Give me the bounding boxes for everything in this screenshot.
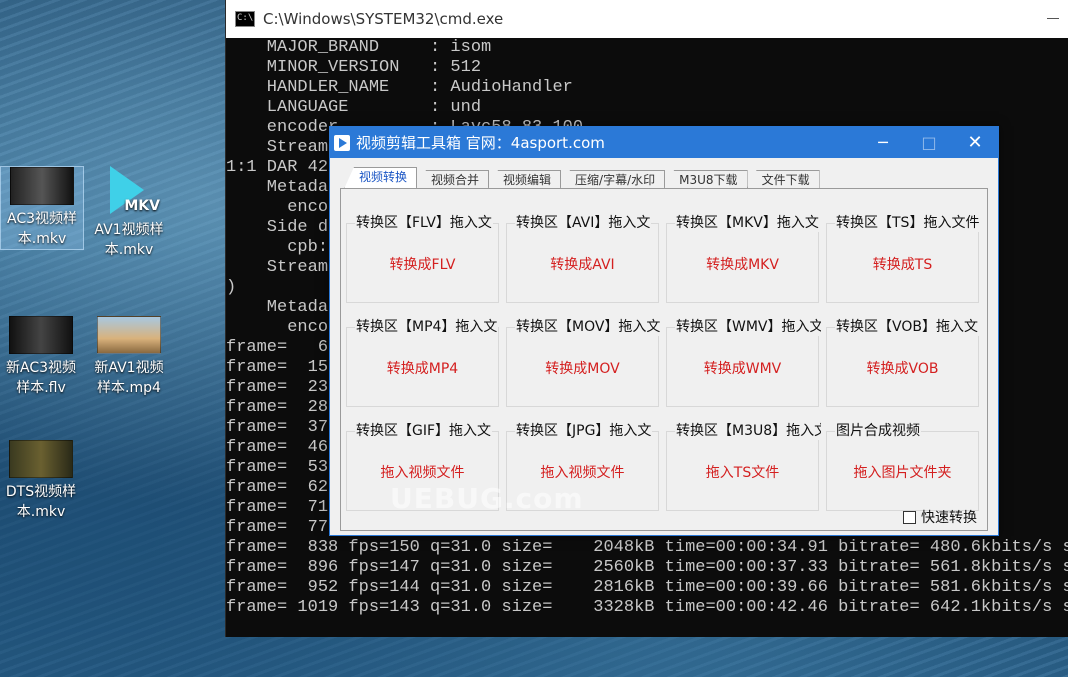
app-body: 视频转换 视频合并 视频编辑 压缩/字幕/水印 M3U8下载 文件下载 转换区【FLV】拖… <box>336 163 990 531</box>
drop-zone-6[interactable]: 转换区【WMV】拖入文转换成WMV <box>666 316 821 407</box>
desktop-icon-ac3-flv[interactable]: 新AC3视频样本.flv <box>0 316 82 398</box>
drop-zone-label: 转换区【M3U8】拖入文 <box>675 420 821 440</box>
drop-zone-10[interactable]: 转换区【M3U8】拖入文拖入TS文件 <box>666 420 821 511</box>
drop-zone-4[interactable]: 转换区【MP4】拖入文转换成MP4 <box>346 316 499 407</box>
drop-zone-label: 转换区【MOV】拖入文 <box>515 316 661 336</box>
cmd-output-line: frame= 896 fps=147 q=31.0 size= 2560kB t… <box>226 558 1068 577</box>
cmd-titlebar[interactable]: C:\ C:\Windows\SYSTEM32\cmd.exe <box>226 0 1068 38</box>
drop-zone-2[interactable]: 转换区【MKV】拖入文转换成MKV <box>666 212 820 303</box>
tab-0[interactable]: 视频转换 <box>344 167 418 189</box>
close-icon: ✕ <box>967 132 983 153</box>
drop-zone-3[interactable]: 转换区【TS】拖入文件转换成TS <box>826 212 981 303</box>
close-button[interactable]: ✕ <box>952 127 998 158</box>
convert-action-button[interactable]: 转换成FLV <box>347 254 498 274</box>
convert-action-button[interactable]: 转换成MP4 <box>347 358 498 378</box>
convert-action-button[interactable]: 拖入图片文件夹 <box>827 462 978 482</box>
desktop-icon-av1-mp4[interactable]: 新AV1视频样本.mp4 <box>88 316 170 398</box>
tab-5[interactable]: 文件下载 <box>746 170 820 189</box>
tab-1[interactable]: 视频合并 <box>416 170 490 189</box>
convert-action-button[interactable]: 转换成AVI <box>507 254 658 274</box>
convert-action-button[interactable]: 转换成WMV <box>667 358 818 378</box>
cmd-output-line: MINOR_VERSION : 512 <box>226 58 482 77</box>
drop-zone-11[interactable]: 图片合成视频拖入图片文件夹 <box>826 420 979 511</box>
convert-action-button[interactable]: 转换成MOV <box>507 358 658 378</box>
video-thumbnail <box>9 440 73 478</box>
drop-zone-label: 转换区【TS】拖入文件 <box>835 212 981 232</box>
cmd-output-line: frame= 1019 fps=143 q=31.0 size= 3328kB … <box>226 598 1068 617</box>
desktop-icon-label: AC3视频样本.mkv <box>6 211 77 247</box>
desktop-icon-ac3-mkv[interactable]: AC3视频样本.mkv <box>0 166 84 250</box>
desktop-icon-label: 新AV1视频样本.mp4 <box>94 360 164 396</box>
convert-action-button[interactable]: 拖入视频文件 <box>507 462 658 482</box>
convert-action-button[interactable]: 拖入TS文件 <box>667 462 818 482</box>
video-toolbox-window[interactable]: 视频剪辑工具箱 官网：4asport.com ─ □ ✕ 视频转换 视频合并 视频编… <box>329 126 999 536</box>
mkv-file-icon: MKV <box>98 166 160 216</box>
cmd-title-text: C:\Windows\SYSTEM32\cmd.exe <box>263 10 504 28</box>
convert-action-button[interactable]: 转换成TS <box>827 254 978 274</box>
app-play-icon <box>334 134 350 151</box>
drop-zone-label: 转换区【GIF】拖入文 <box>355 420 493 440</box>
desktop-icon-label: 新AC3视频样本.flv <box>5 360 76 396</box>
convert-action-button[interactable]: 转换成MKV <box>667 254 818 274</box>
drop-zone-1[interactable]: 转换区【AVI】拖入文 转换成AVI <box>506 212 659 303</box>
quick-convert-checkbox[interactable]: 快速转换 <box>903 507 977 527</box>
minimize-icon[interactable] <box>1047 18 1059 19</box>
video-thumbnail <box>97 316 161 354</box>
app-titlebar[interactable]: 视频剪辑工具箱 官网：4asport.com ─ □ ✕ <box>330 127 998 158</box>
drop-zone-5[interactable]: 转换区【MOV】拖入文转换成MOV <box>506 316 661 407</box>
checkbox-box[interactable] <box>903 510 916 524</box>
drop-zone-0[interactable]: 转换区【FLV】拖入文 转换成FLV <box>346 212 499 303</box>
app-title-text: 视频剪辑工具箱 官网：4asport.com <box>356 134 605 152</box>
cmd-icon: C:\ <box>235 11 255 27</box>
maximize-button[interactable]: □ <box>906 127 952 158</box>
drop-zone-label: 转换区【MKV】拖入文 <box>675 212 820 232</box>
desktop-icon-label: AV1视频样本.mkv <box>94 222 164 258</box>
drop-zone-7[interactable]: 转换区【VOB】拖入文转换成VOB <box>826 316 979 407</box>
minimize-icon: ─ <box>878 133 888 152</box>
quick-convert-label: 快速转换 <box>921 510 977 526</box>
desktop-icon-av1-mkv[interactable]: MKV AV1视频样本.mkv <box>88 166 170 260</box>
maximize-icon: □ <box>921 133 937 152</box>
cmd-output-line: frame= 952 fps=144 q=31.0 size= 2816kB t… <box>226 578 1068 597</box>
tab-2[interactable]: 视频编辑 <box>488 170 562 189</box>
tab-bar: 视频转换 视频合并 视频编辑 压缩/字幕/水印 M3U8下载 文件下载 <box>344 167 820 189</box>
drop-zone-label: 转换区【AVI】拖入文 <box>515 212 652 232</box>
drop-zone-label: 转换区【WMV】拖入文 <box>675 316 821 336</box>
cmd-output-line: HANDLER_NAME : AudioHandler <box>226 78 573 97</box>
tab-panel-video-convert: 转换区【FLV】拖入文 转换成FLV 转换区【AVI】拖入文 转换成AVI 转换区【MK… <box>340 188 988 531</box>
drop-zone-label: 转换区【VOB】拖入文 <box>835 316 979 336</box>
desktop-icon-label: DTS视频样本.mkv <box>5 484 77 520</box>
video-thumbnail <box>10 167 74 205</box>
mkv-badge: MKV <box>124 198 160 214</box>
drop-zone-label: 图片合成视频 <box>835 420 921 440</box>
cmd-output-line: frame= 838 fps=150 q=31.0 size= 2048kB t… <box>226 538 1068 557</box>
drop-zone-label: 转换区【FLV】拖入文 <box>355 212 493 232</box>
drop-zone-label: 转换区【JPG】拖入文 <box>515 420 653 440</box>
tab-3[interactable]: 压缩/字幕/水印 <box>560 170 666 189</box>
convert-action-button[interactable]: 转换成VOB <box>827 358 978 378</box>
tab-4[interactable]: M3U8下载 <box>664 170 748 189</box>
cmd-output-line: LANGUAGE : und <box>226 98 482 117</box>
convert-action-button[interactable]: 拖入视频文件 <box>347 462 498 482</box>
minimize-button[interactable]: ─ <box>860 127 906 158</box>
drop-zone-label: 转换区【MP4】拖入文 <box>355 316 499 336</box>
watermark-logo: UEBUG.com <box>390 482 584 515</box>
video-thumbnail <box>9 316 73 354</box>
desktop-icon-dts-mkv[interactable]: DTS视频样本.mkv <box>0 440 82 522</box>
cmd-output-line: MAJOR_BRAND : isom <box>226 38 492 57</box>
